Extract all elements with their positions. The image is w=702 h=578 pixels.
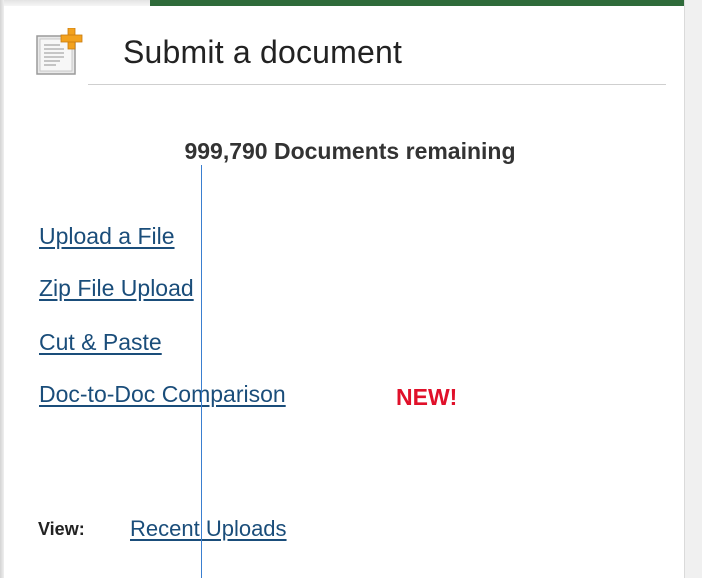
- text-cursor-guide-line: [201, 165, 202, 578]
- panel-header: Submit a document: [34, 27, 666, 84]
- right-frame-edge: [684, 0, 702, 578]
- new-badge: NEW!: [396, 384, 458, 410]
- cut-paste-link[interactable]: Cut & Paste: [39, 329, 162, 356]
- document-add-icon: [34, 27, 86, 76]
- zip-file-upload-link[interactable]: Zip File Upload: [39, 275, 194, 302]
- doc-to-doc-comparison-link[interactable]: Doc-to-Doc Comparison: [39, 381, 286, 408]
- upload-file-link[interactable]: Upload a File: [39, 223, 175, 250]
- panel-title: Submit a document: [123, 34, 403, 70]
- header-divider: [88, 84, 666, 85]
- submit-document-panel: Submit a document 999,790 Documents rema…: [4, 6, 684, 578]
- recent-uploads-link[interactable]: Recent Uploads: [130, 516, 287, 542]
- view-label: View:: [38, 519, 85, 539]
- documents-remaining-count: 999,790 Documents remaining: [184, 138, 516, 164]
